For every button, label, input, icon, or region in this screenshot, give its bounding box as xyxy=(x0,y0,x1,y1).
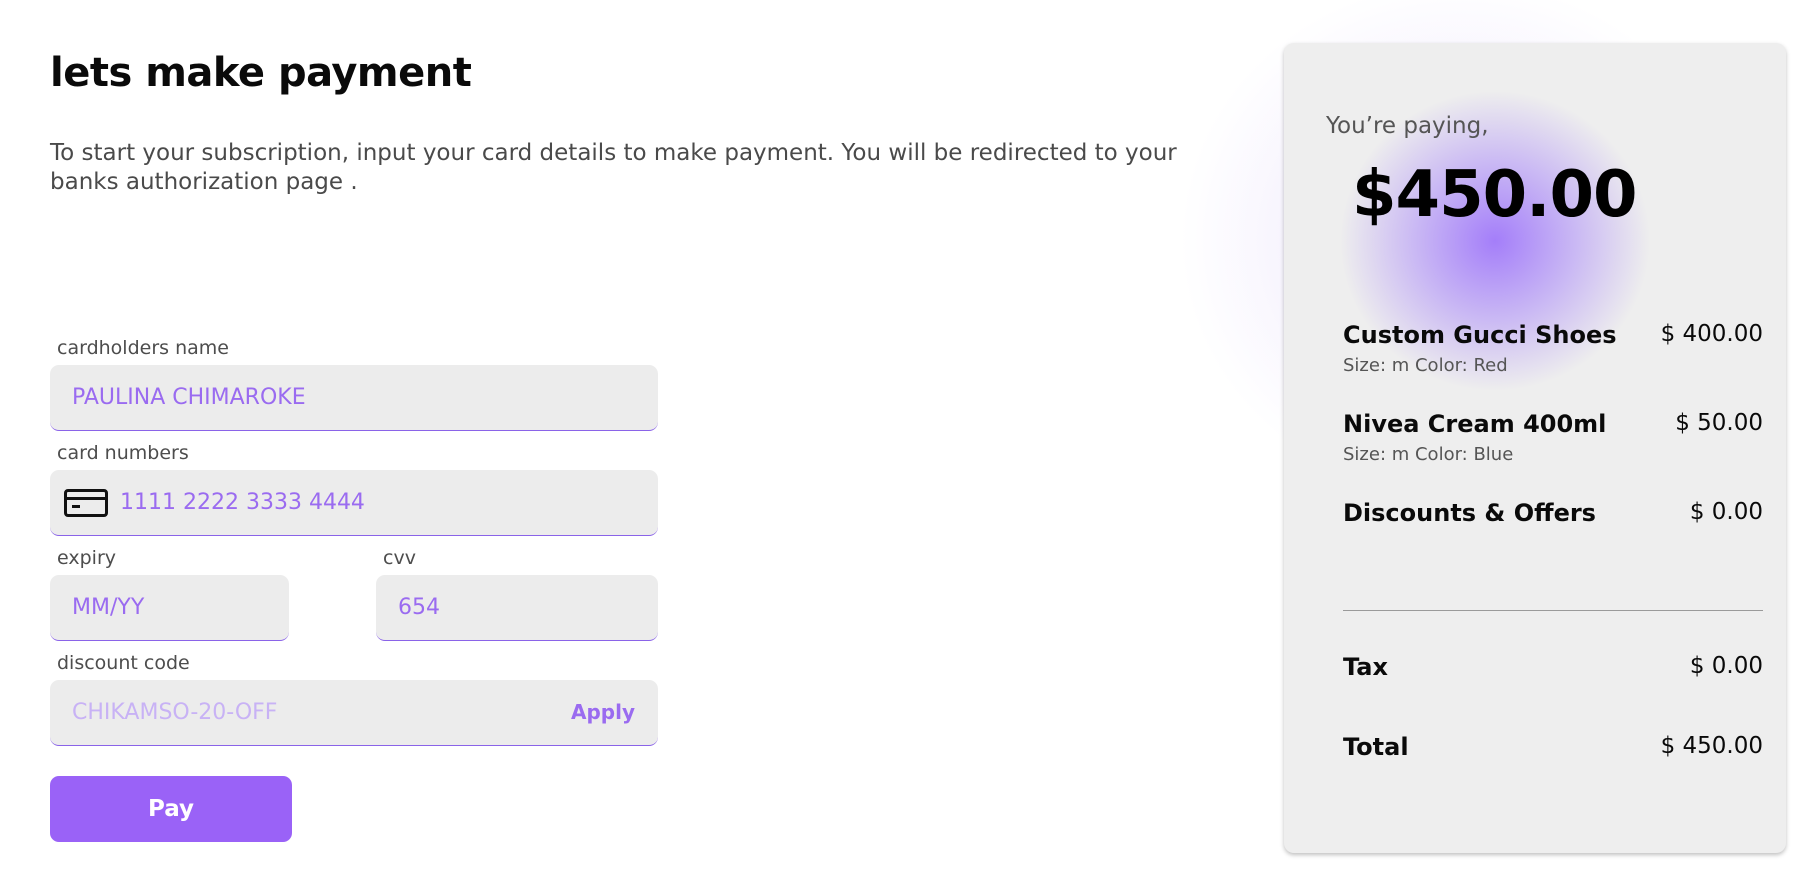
line-item: Nivea Cream 400ml Size: m Color: Blue $ … xyxy=(1343,410,1763,465)
item-price: $ 400.00 xyxy=(1660,321,1763,347)
summary-divider xyxy=(1343,610,1763,611)
discount-code-field: Apply xyxy=(50,680,658,746)
discount-code-label: discount code xyxy=(57,652,190,674)
line-item: Discounts & Offers $ 0.00 xyxy=(1343,499,1763,527)
page-title: lets make payment xyxy=(50,50,472,96)
item-meta: Size: m Color: Blue xyxy=(1343,444,1514,465)
total-row: Total $ 450.00 xyxy=(1343,733,1763,761)
cardholder-name-field xyxy=(50,365,658,431)
card-number-label: card numbers xyxy=(57,442,189,464)
tax-row: Tax $ 0.00 xyxy=(1343,653,1763,681)
cvv-field xyxy=(376,575,658,641)
expiry-field xyxy=(50,575,289,641)
discount-code-input[interactable] xyxy=(50,700,510,725)
cvv-input[interactable] xyxy=(376,595,658,620)
expiry-input[interactable] xyxy=(50,595,289,620)
card-number-input[interactable] xyxy=(108,490,658,515)
total-value: $ 450.00 xyxy=(1660,733,1763,759)
item-price: $ 0.00 xyxy=(1689,499,1763,525)
apply-discount-button[interactable]: Apply xyxy=(571,700,635,724)
tax-value: $ 0.00 xyxy=(1689,653,1763,679)
item-meta: Size: m Color: Red xyxy=(1343,355,1508,376)
credit-card-icon xyxy=(64,488,108,517)
card-number-field xyxy=(50,470,658,536)
payment-page: lets make payment To start your subscrip… xyxy=(0,0,1806,877)
pay-button[interactable]: Pay xyxy=(50,776,292,842)
cardholder-name-input[interactable] xyxy=(50,385,658,410)
paying-amount: $450.00 xyxy=(1352,158,1637,232)
cvv-label: cvv xyxy=(383,547,416,569)
line-item: Custom Gucci Shoes Size: m Color: Red $ … xyxy=(1343,321,1763,376)
order-summary-card: You’re paying, $450.00 Custom Gucci Shoe… xyxy=(1284,43,1786,853)
page-subtitle: To start your subscription, input your c… xyxy=(50,140,1177,195)
cardholder-name-label: cardholders name xyxy=(57,337,229,359)
paying-label: You’re paying, xyxy=(1326,113,1489,139)
item-price: $ 50.00 xyxy=(1675,410,1763,436)
expiry-label: expiry xyxy=(57,547,116,569)
